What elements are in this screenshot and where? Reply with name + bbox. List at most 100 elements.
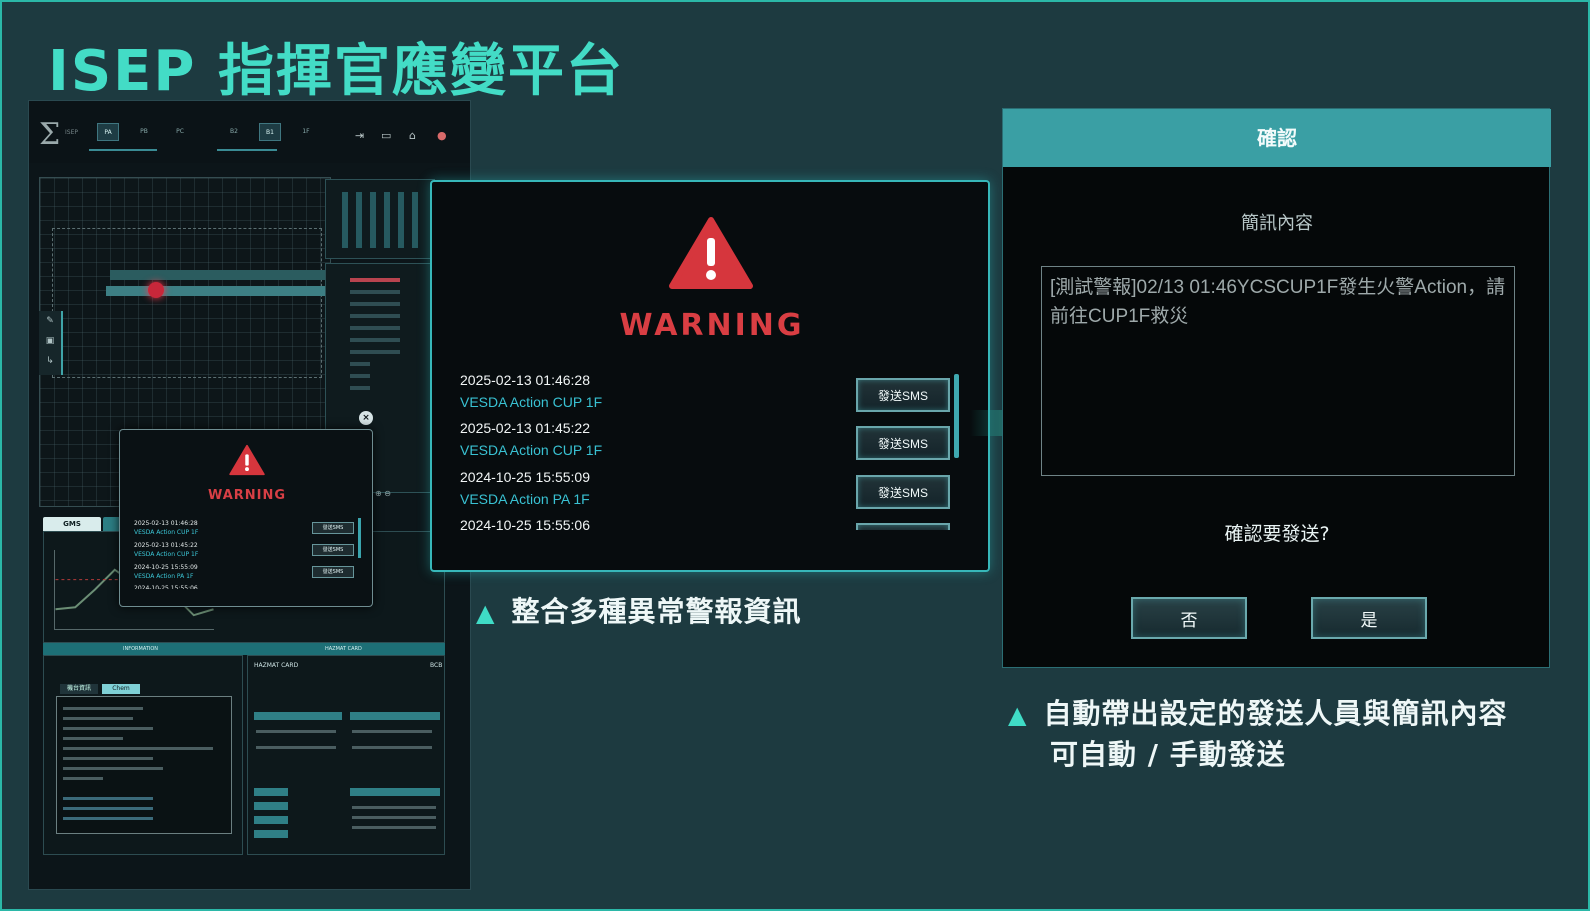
triangle-bullet-icon: ▲ bbox=[476, 599, 496, 627]
hazmat-header: HAZMAT CARD bbox=[325, 646, 362, 652]
send-sms-button[interactable]: 發送SMS bbox=[856, 426, 950, 460]
hazmat-title: HAZMAT CARD bbox=[254, 662, 299, 669]
mini-alarm-desc: VESDA Action CUP 1F bbox=[134, 551, 199, 558]
mini-alarm-time: 2025-02-13 01:45:22 bbox=[134, 542, 198, 549]
info-line bbox=[63, 807, 153, 810]
floor-tab-pc[interactable]: PC bbox=[169, 123, 191, 141]
info-line bbox=[63, 727, 153, 730]
equipment-visual bbox=[342, 192, 426, 248]
no-button[interactable]: 否 bbox=[1131, 597, 1247, 639]
tree-item[interactable] bbox=[350, 386, 370, 390]
slide-title: ISEP 指揮官應變平台 bbox=[48, 39, 624, 104]
info-line bbox=[63, 717, 133, 720]
yes-button[interactable]: 是 bbox=[1311, 597, 1427, 639]
hazmat-chip bbox=[254, 816, 288, 824]
hazmat-chip bbox=[254, 830, 288, 838]
hazmat-line bbox=[256, 746, 336, 749]
pen-icon[interactable]: ✎ bbox=[39, 311, 61, 331]
floor-tab-b2[interactable]: B2 bbox=[223, 123, 245, 141]
mini-alarm-desc: VESDA Action PA 1F bbox=[134, 573, 194, 580]
info-tab-machine[interactable]: 機台資訊 bbox=[60, 684, 98, 694]
mini-alarm-time: 2025-02-13 01:46:28 bbox=[134, 520, 198, 527]
alarm-location-marker[interactable] bbox=[148, 282, 164, 298]
floor-tab-pb[interactable]: PB bbox=[133, 123, 155, 141]
tab-underline bbox=[89, 149, 157, 151]
monitor-icon[interactable]: ▭ bbox=[381, 129, 391, 142]
hazmat-line bbox=[352, 826, 436, 829]
caption-right-line2: 可自動 / 手動發送 bbox=[1050, 738, 1286, 771]
mini-send-sms-button[interactable]: 發送SMS bbox=[312, 566, 354, 578]
tab-gms[interactable]: GMS bbox=[43, 517, 101, 531]
mini-send-sms-button[interactable]: 發送SMS bbox=[312, 522, 354, 534]
mini-send-sms-button[interactable]: 發送SMS bbox=[312, 544, 354, 556]
info-tab-chem[interactable]: Chem bbox=[102, 684, 140, 694]
info-line bbox=[63, 777, 103, 780]
hazmat-card-panel: HAZMAT CARD BCB bbox=[247, 655, 445, 855]
info-content-box bbox=[56, 696, 232, 834]
hazmat-line bbox=[352, 746, 432, 749]
info-line bbox=[63, 737, 123, 740]
alarm-item: 2024-10-25 15:55:09 VESDA Action PA 1F 發… bbox=[460, 469, 960, 517]
alarm-time: 2024-10-25 15:55:09 bbox=[460, 469, 590, 485]
bell-icon[interactable]: ● bbox=[437, 129, 447, 142]
send-sms-button[interactable] bbox=[856, 523, 950, 530]
tree-item[interactable] bbox=[350, 362, 370, 366]
send-sms-button[interactable]: 發送SMS bbox=[856, 475, 950, 509]
tree-item[interactable] bbox=[350, 302, 400, 306]
floor-tab-pa[interactable]: PA bbox=[97, 123, 119, 141]
info-line bbox=[63, 767, 163, 770]
caption-left-text: 整合多種異常警報資訊 bbox=[511, 595, 802, 628]
mini-alarm-desc: VESDA Action CUP 1F bbox=[134, 529, 199, 536]
zoom-controls[interactable]: ⊕ ⊖ bbox=[375, 489, 391, 498]
hazmat-code: BCB bbox=[430, 662, 443, 669]
tree-item[interactable] bbox=[350, 278, 400, 282]
tree-item[interactable] bbox=[350, 350, 400, 354]
map-toolbar: ✎ ▣ ↳ bbox=[39, 311, 63, 375]
sms-content-textarea[interactable]: [測試警報]02/13 01:46YCSCUP1F發生火警Action，請前往C… bbox=[1041, 266, 1515, 476]
warning-triangle-icon bbox=[669, 217, 753, 289]
equipment-panel bbox=[325, 179, 435, 259]
info-line bbox=[63, 757, 153, 760]
hazmat-chip bbox=[254, 712, 342, 720]
map-zone-highlight bbox=[106, 286, 326, 296]
frame-icon[interactable]: ▣ bbox=[39, 331, 61, 351]
warning-triangle-icon bbox=[229, 444, 265, 476]
close-icon[interactable]: × bbox=[359, 411, 373, 425]
info-header-bar: INFORMATION HAZMAT CARD bbox=[43, 643, 445, 655]
warning-popup: WARNING 2025-02-13 01:46:28 VESDA Action… bbox=[430, 180, 990, 572]
tree-item[interactable] bbox=[350, 290, 400, 294]
alarm-list: 2025-02-13 01:46:28 VESDA Action CUP 1F … bbox=[460, 372, 960, 530]
hazmat-line bbox=[352, 730, 432, 733]
map-zone bbox=[110, 270, 325, 280]
alarm-list-scrollbar[interactable] bbox=[954, 374, 959, 458]
hazmat-chip bbox=[350, 788, 440, 796]
tree-item[interactable] bbox=[350, 374, 370, 378]
floor-tab-b1[interactable]: B1 bbox=[259, 123, 281, 141]
map-outline bbox=[52, 228, 322, 378]
alarm-time: 2025-02-13 01:45:22 bbox=[460, 420, 590, 436]
isep-logo: Σ bbox=[39, 117, 61, 152]
confirm-dialog-title: 確認 bbox=[1003, 109, 1551, 167]
route-icon[interactable]: ↳ bbox=[39, 351, 61, 371]
dashboard-screenshot: Σ ISEP PA PB PC B2 B1 1F ⇥ ▭ ⌂ ● ✎ ▣ ↳ ×… bbox=[28, 100, 471, 890]
login-icon[interactable]: ⇥ bbox=[355, 129, 364, 142]
tree-item[interactable] bbox=[350, 326, 400, 330]
info-line bbox=[63, 797, 153, 800]
caption-left: ▲ 整合多種異常警報資訊 bbox=[476, 590, 801, 630]
send-sms-button[interactable]: 發送SMS bbox=[856, 378, 950, 412]
mini-alarm-time: 2024-10-25 15:55:09 bbox=[134, 564, 198, 571]
information-header: INFORMATION bbox=[123, 646, 159, 652]
home-icon[interactable]: ⌂ bbox=[409, 129, 416, 142]
alarm-time: 2025-02-13 01:46:28 bbox=[460, 372, 590, 388]
caption-right-line1: 自動帶出設定的發送人員與簡訊內容 bbox=[1043, 697, 1508, 730]
confirm-question: 確認要發送? bbox=[1224, 523, 1330, 545]
mini-scrollbar[interactable] bbox=[358, 518, 361, 558]
mini-alarm-time: 2024-10-25 15:55:06 bbox=[134, 585, 198, 589]
hazmat-chip bbox=[350, 712, 440, 720]
alarm-item: 2025-02-13 01:46:28 VESDA Action CUP 1F … bbox=[460, 372, 960, 420]
hazmat-line bbox=[256, 730, 336, 733]
floor-tab-1f[interactable]: 1F bbox=[295, 123, 317, 141]
tree-item[interactable] bbox=[350, 314, 400, 318]
tree-item[interactable] bbox=[350, 338, 400, 342]
sms-content-label: 簡訊內容 bbox=[1241, 213, 1313, 234]
